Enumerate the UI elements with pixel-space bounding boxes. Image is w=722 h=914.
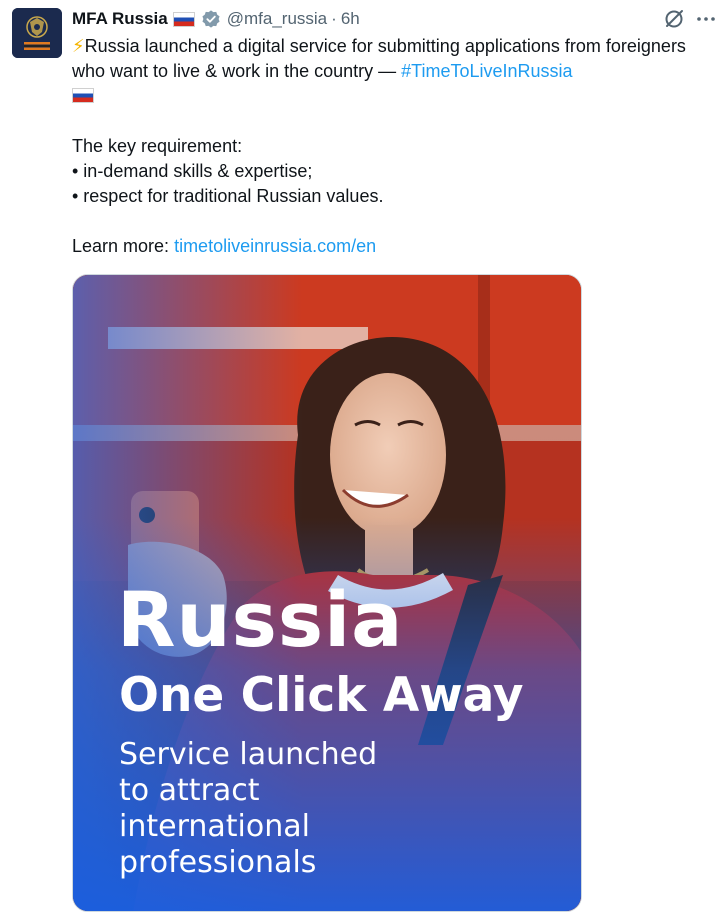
- timestamp[interactable]: 6h: [341, 9, 360, 29]
- avatar[interactable]: [12, 8, 62, 58]
- media-description-line-1: Service launched: [119, 737, 378, 772]
- tweet-paragraph-1: ⚡Russia launched a digital service for s…: [72, 34, 704, 84]
- requirement-bullet-2: • respect for traditional Russian values…: [72, 186, 384, 206]
- tweet-header: MFA Russia @mfa_russia · 6h: [72, 7, 360, 31]
- media-title: Russia: [117, 575, 404, 664]
- more-icon[interactable]: [694, 7, 718, 31]
- requirement-bullet-1: • in-demand skills & expertise;: [72, 161, 313, 181]
- verified-badge-icon[interactable]: [201, 9, 221, 29]
- display-name[interactable]: MFA Russia: [72, 9, 168, 29]
- media-image[interactable]: Russia One Click Away Service launched t…: [72, 274, 582, 912]
- media-description-line-3: international: [119, 809, 310, 844]
- coat-of-arms-icon: [12, 8, 62, 58]
- separator-dot: ·: [331, 9, 337, 28]
- media-subtitle: One Click Away: [119, 668, 524, 723]
- learn-more-line: Learn more: timetoliveinrussia.com/en: [72, 234, 704, 259]
- media-description-line-4: professionals: [119, 845, 317, 880]
- handle[interactable]: @mfa_russia: [227, 9, 327, 29]
- russia-flag-icon: [172, 11, 195, 27]
- media-description-line-2: to attract: [119, 773, 260, 808]
- tweet-line-1: Russia launched a digital service for su…: [72, 36, 686, 81]
- lightning-icon: ⚡: [72, 36, 85, 56]
- hashtag-link[interactable]: #TimeToLiveInRussia: [401, 61, 572, 81]
- website-link[interactable]: timetoliveinrussia.com/en: [174, 236, 376, 256]
- grok-icon[interactable]: [662, 7, 686, 31]
- requirement-heading: The key requirement:: [72, 136, 243, 156]
- media-description: Service launched to attract internationa…: [119, 737, 377, 881]
- russia-flag-icon: [72, 88, 94, 103]
- learn-more-label: Learn more:: [72, 236, 175, 256]
- tweet-text: ⚡Russia launched a digital service for s…: [72, 34, 704, 259]
